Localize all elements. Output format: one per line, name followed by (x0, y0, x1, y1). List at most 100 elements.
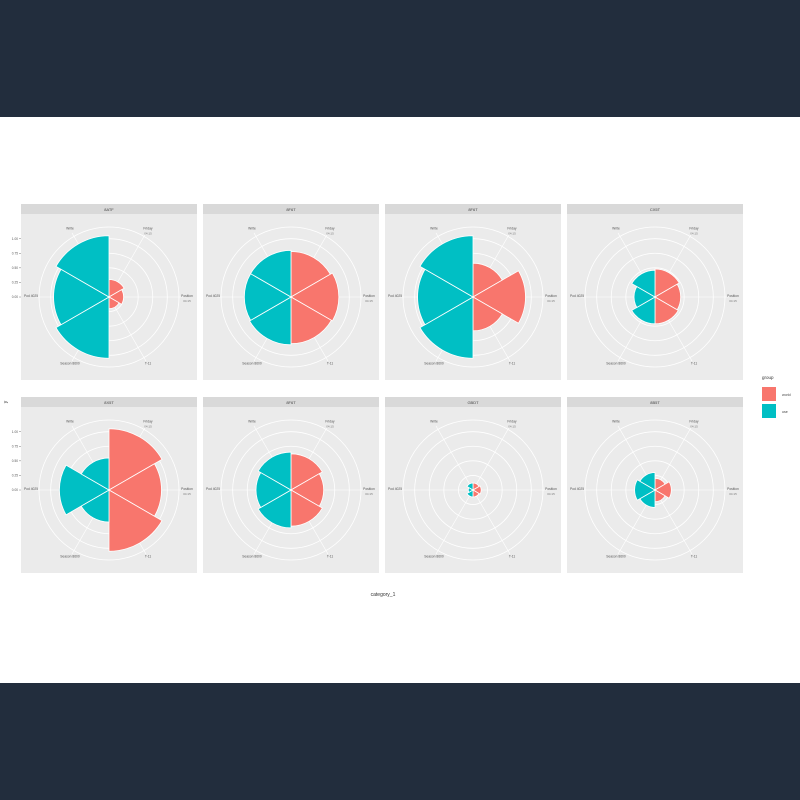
angular-label: Pod 4025 (24, 294, 38, 298)
radial-tick-label: 0.25 (12, 474, 18, 478)
facet-panel: 8B5TFriday04:15Position04:15T-11Season 8… (567, 397, 743, 573)
angular-label: T-11 (145, 555, 152, 559)
angular-label: Position (181, 487, 193, 491)
angular-label: Write (66, 226, 74, 230)
angular-label: Write (430, 226, 438, 230)
angular-label: Friday (325, 226, 335, 230)
angular-sublabel: 04:15 (326, 424, 334, 428)
angular-sublabel: 04:15 (690, 231, 698, 235)
angular-sublabel: 04:15 (729, 492, 737, 496)
angular-label: Season 8600 (60, 555, 80, 559)
angular-label: Write (66, 419, 74, 423)
angular-label: Season 8600 (606, 555, 626, 559)
angular-label: T-11 (327, 555, 334, 559)
angular-label: Pod 4025 (24, 487, 38, 491)
angular-label: Season 8600 (424, 555, 444, 559)
angular-sublabel: 04:15 (508, 231, 516, 235)
angular-label: Friday (507, 419, 517, 423)
facet-title: 8F6T (286, 207, 296, 212)
facet-panel: 8F6TFriday04:15Position04:15T-11Season 8… (203, 397, 379, 573)
angular-label: Position (545, 487, 557, 491)
facet-title: 8F6T (286, 400, 296, 405)
legend-items: world use (762, 387, 791, 418)
angular-label: Position (363, 294, 375, 298)
legend-label: world (782, 393, 791, 397)
angular-sublabel: 04:15 (508, 424, 516, 428)
angular-label: Write (248, 226, 256, 230)
facet-panel: 8X5TFriday04:15Position04:15T-11Season 8… (12, 397, 197, 573)
angular-sublabel: 04:15 (729, 299, 737, 303)
angular-label: T-11 (691, 555, 698, 559)
angular-label: Position (181, 294, 193, 298)
angular-sublabel: 04:15 (690, 424, 698, 428)
angular-label: Position (727, 487, 739, 491)
angular-sublabel: 04:15 (183, 299, 191, 303)
angular-label: Pod 4025 (206, 487, 220, 491)
angular-label: T-11 (509, 362, 516, 366)
facet-title: GBDT (467, 400, 479, 405)
y-axis-title: y (3, 400, 9, 403)
facet-panel: 8F6TFriday04:15Position04:15T-11Season 8… (203, 204, 379, 380)
legend-swatch (762, 404, 776, 418)
figure-area: 8ATF Friday 04:15 Position 04:15 T-11 Season 8… (0, 117, 800, 683)
angular-label: Write (612, 419, 620, 423)
facets-layer: 8ATFFriday04:15Position04:15T-11Season 8… (12, 204, 743, 573)
facet-title: 8B5T (650, 400, 660, 405)
angular-label: Season 8600 (242, 362, 262, 366)
angular-label: Position (727, 294, 739, 298)
angular-sublabel: 04:15 (365, 299, 373, 303)
facet-panel: 8ATFFriday04:15Position04:15T-11Season 8… (12, 204, 197, 380)
facet-title: CX5T (650, 207, 661, 212)
angular-sublabel: 04:15 (144, 231, 152, 235)
radial-tick-label: 1.00 (12, 430, 18, 434)
angular-label: Friday (325, 419, 335, 423)
facet-panel: CX5TFriday04:15Position04:15T-11Season 8… (567, 204, 743, 380)
radial-tick-label: 0.00 (12, 488, 18, 492)
legend-label: use (782, 410, 788, 414)
angular-label: Write (248, 419, 256, 423)
angular-sublabel: 04:15 (183, 492, 191, 496)
angular-sublabel: 04:15 (547, 299, 555, 303)
angular-label: T-11 (509, 555, 516, 559)
angular-label: Friday (689, 419, 699, 423)
angular-sublabel: 04:15 (326, 231, 334, 235)
angular-label: Position (363, 487, 375, 491)
angular-label: Friday (143, 419, 153, 423)
legend: group world use (762, 375, 791, 418)
radial-tick-label: 1.00 (12, 237, 18, 241)
angular-sublabel: 04:15 (144, 424, 152, 428)
angular-sublabel: 04:15 (365, 492, 373, 496)
angular-label: Write (430, 419, 438, 423)
angular-label: Season 8600 (60, 362, 80, 366)
angular-label: Write (612, 226, 620, 230)
radial-tick-label: 0.75 (12, 251, 18, 255)
radial-tick-label: 0.00 (12, 295, 18, 299)
angular-label: Pod 4025 (570, 487, 584, 491)
facet-title: 8ATF (104, 207, 114, 212)
angular-label: Pod 4025 (388, 487, 402, 491)
angular-label: Pod 4025 (206, 294, 220, 298)
angular-label: Position (545, 294, 557, 298)
angular-label: T-11 (327, 362, 334, 366)
angular-label: Pod 4025 (570, 294, 584, 298)
faceted-polar-chart: 8ATFFriday04:15Position04:15T-11Season 8… (3, 204, 791, 598)
angular-label: Friday (507, 226, 517, 230)
angular-label: Season 8600 (424, 362, 444, 366)
angular-label: Pod 4025 (388, 294, 402, 298)
angular-label: Friday (143, 226, 153, 230)
angular-label: Season 8600 (242, 555, 262, 559)
angular-label: Season 8600 (606, 362, 626, 366)
facet-panel: GBDTFriday04:15Position04:15T-11Season 8… (385, 397, 561, 573)
angular-label: Friday (689, 226, 699, 230)
legend-swatch (762, 387, 776, 401)
angular-label: T-11 (145, 362, 152, 366)
radial-tick-label: 0.25 (12, 281, 18, 285)
facet-panel: 8F6TFriday04:15Position04:15T-11Season 8… (385, 204, 561, 380)
radial-tick-label: 0.50 (12, 266, 18, 270)
facet-title: 8X5T (104, 400, 114, 405)
radial-tick-label: 0.50 (12, 459, 18, 463)
facet-title: 8F6T (468, 207, 478, 212)
x-axis-title: category_1 (371, 592, 396, 598)
angular-label: T-11 (691, 362, 698, 366)
angular-sublabel: 04:15 (547, 492, 555, 496)
